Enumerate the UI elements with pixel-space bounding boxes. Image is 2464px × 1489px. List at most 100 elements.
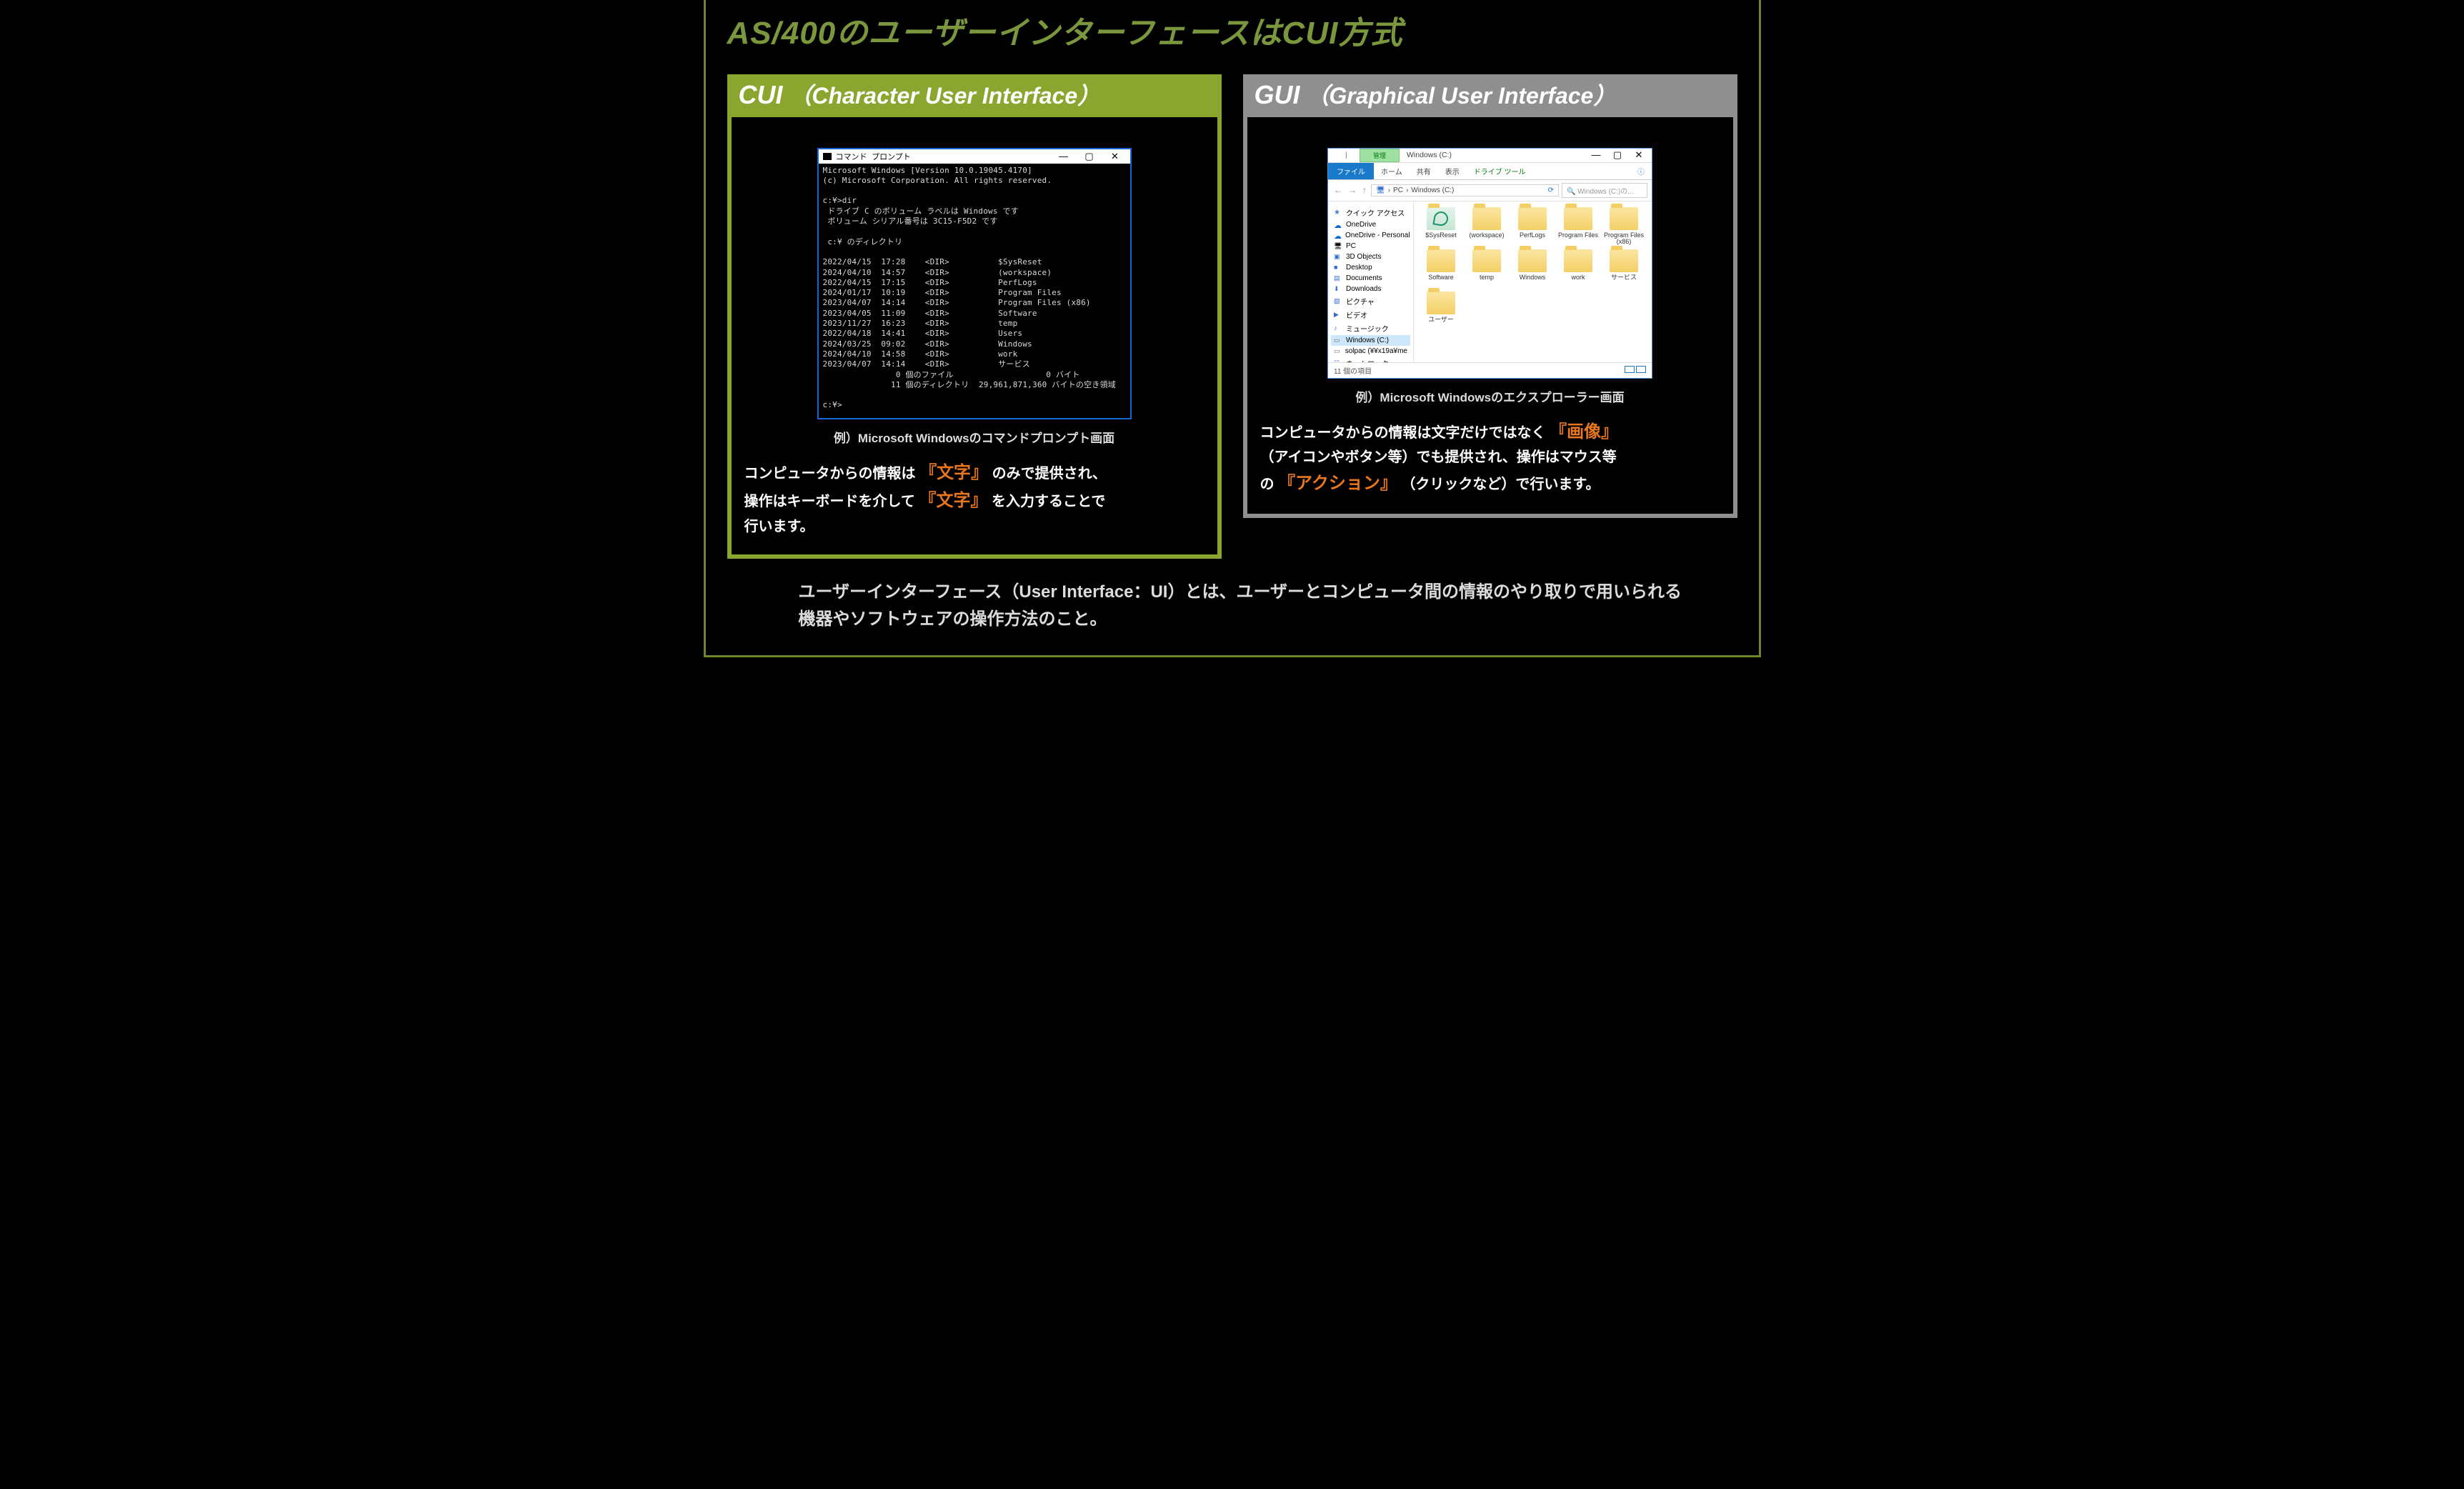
nav-item[interactable]: ピクチャ <box>1331 294 1410 308</box>
folder-item[interactable]: Windows <box>1512 249 1552 289</box>
folder-item[interactable]: サービス <box>1604 249 1644 289</box>
vid-icon <box>1334 311 1342 318</box>
folder-item[interactable]: PerfLogs <box>1512 207 1552 246</box>
nav-item-label: solpac (¥¥x19a¥me <box>1345 347 1407 355</box>
search-icon: 🔍 <box>1567 188 1575 196</box>
status-item-count: 11 個の項目 <box>1334 365 1372 376</box>
nav-item[interactable]: Downloads <box>1331 284 1410 294</box>
cui-body: コマンド プロンプト — ▢ ✕ Microsoft Windows [Vers… <box>727 117 1222 559</box>
nav-item[interactable]: ミュージック <box>1331 322 1410 335</box>
view-mode-buttons[interactable] <box>1623 366 1646 375</box>
navigation-pane[interactable]: クイック アクセスOneDriveOneDrive - PersonalPC3D… <box>1328 201 1414 362</box>
crumb-location[interactable]: Windows (C:) <box>1411 186 1454 194</box>
nav-item[interactable]: OneDrive - Personal <box>1331 230 1410 241</box>
search-input[interactable]: 🔍 Windows (C:)の... <box>1562 183 1647 198</box>
command-prompt-titlebar[interactable]: コマンド プロンプト — ▢ ✕ <box>819 149 1130 164</box>
folder-item[interactable]: (workspace) <box>1467 207 1507 246</box>
ribbon-help-icon[interactable]: ⓘ <box>1630 163 1652 179</box>
doc-icon <box>1334 274 1342 282</box>
nav-up-icon[interactable]: ↑ <box>1361 185 1368 195</box>
gui-fullname: （Graphical User Interface） <box>1306 83 1616 109</box>
cloud-icon <box>1334 221 1342 228</box>
command-prompt-output[interactable]: Microsoft Windows [Version 10.0.19045.41… <box>819 164 1130 418</box>
folder-item[interactable]: Program Files <box>1558 207 1598 246</box>
crumb-sep: › <box>1388 186 1390 194</box>
search-placeholder: Windows (C:)の... <box>1577 188 1633 196</box>
nav-item-label: クイック アクセス <box>1346 207 1405 218</box>
folder-icon <box>1427 292 1455 314</box>
explorer-titlebar[interactable]: | 管理 Windows (C:) — ▢ ✕ <box>1328 149 1652 163</box>
b: 』 <box>1380 474 1397 493</box>
nav-item[interactable]: ビデオ <box>1331 308 1410 322</box>
b: 『 <box>919 463 937 482</box>
close-button[interactable]: ✕ <box>1629 149 1649 161</box>
minimize-button[interactable]: — <box>1586 149 1606 161</box>
t: のみで提供され、 <box>992 466 1107 482</box>
gui-panel: GUI （Graphical User Interface） | 管理 Wind… <box>1243 74 1737 559</box>
refresh-icon[interactable]: ⟳ <box>1548 186 1554 194</box>
folder-label: ユーザー <box>1421 317 1461 331</box>
status-bar: 11 個の項目 <box>1328 362 1652 378</box>
folder-icon <box>1518 207 1547 230</box>
folder-label: Program Files (x86) <box>1604 232 1644 246</box>
t: 行います。 <box>744 519 814 534</box>
nav-item[interactable]: 3D Objects <box>1331 252 1410 262</box>
nav-item[interactable]: ネットワーク <box>1331 357 1410 362</box>
folder-label: サービス <box>1604 274 1644 289</box>
b: 『 <box>919 491 936 510</box>
hdd-icon <box>1334 337 1342 344</box>
folder-label: $SysReset <box>1421 232 1461 246</box>
maximize-button[interactable]: ▢ <box>1079 151 1100 162</box>
crumb-pc[interactable]: PC <box>1393 186 1403 194</box>
nav-item-label: Downloads <box>1346 285 1381 293</box>
nav-item[interactable]: solpac (¥¥x19a¥me <box>1331 346 1410 357</box>
nav-item[interactable]: Desktop <box>1331 262 1410 273</box>
ribbon-tab-home[interactable]: ホーム <box>1374 163 1410 179</box>
folder-item[interactable]: work <box>1558 249 1598 289</box>
ribbon-tab-drivetools[interactable]: ドライブ ツール <box>1467 163 1533 179</box>
ribbon-tab-share[interactable]: 共有 <box>1410 163 1438 179</box>
folder-icon <box>1518 249 1547 272</box>
folder-item[interactable]: Software <box>1421 249 1461 289</box>
cui-caption: 例）Microsoft Windowsのコマンドプロンプト画面 <box>744 428 1204 446</box>
minimize-button[interactable]: — <box>1053 151 1074 161</box>
b: 『 <box>1550 422 1567 442</box>
folder-icon <box>1427 207 1455 230</box>
nav-item[interactable]: クイック アクセス <box>1331 206 1410 219</box>
nav-back-icon[interactable]: ← <box>1332 185 1344 195</box>
dl-icon <box>1334 285 1342 292</box>
nav-item[interactable]: Documents <box>1331 273 1410 284</box>
cmd-icon <box>823 153 832 160</box>
breadcrumb[interactable]: 🖥 › PC › Windows (C:) ⟳ <box>1371 184 1559 196</box>
nav-forward-icon[interactable]: → <box>1347 185 1358 195</box>
folder-icon <box>1610 207 1638 230</box>
hl-moji: 文字 <box>937 463 971 482</box>
b: 』 <box>971 463 988 482</box>
ribbon-tab-view[interactable]: 表示 <box>1438 163 1467 179</box>
quick-access-toolbar[interactable]: | <box>1328 149 1360 161</box>
folder-icon <box>1610 249 1638 272</box>
close-button[interactable]: ✕ <box>1104 151 1126 162</box>
folder-item[interactable]: Program Files (x86) <box>1604 207 1644 246</box>
nav-item[interactable]: PC <box>1331 241 1410 252</box>
nav-item[interactable]: OneDrive <box>1331 219 1410 230</box>
slide: AS/400のユーザーインターフェースはCUI方式 CUI （Character… <box>704 0 1761 657</box>
star-icon <box>1334 209 1342 216</box>
cui-description: コンピュータからの情報は 『文字』 のみで提供され、 操作はキーボードを介して … <box>744 459 1204 539</box>
folder-icon <box>1472 249 1501 272</box>
nav-item-label: ミュージック <box>1346 323 1389 334</box>
manage-tab[interactable]: 管理 <box>1360 149 1400 162</box>
folder-item[interactable]: ユーザー <box>1421 292 1461 331</box>
file-grid[interactable]: $SysReset(workspace)PerfLogsProgram File… <box>1414 201 1652 362</box>
maximize-button[interactable]: ▢ <box>1607 149 1627 161</box>
t: （アイコンやボタン等）でも提供され、操作はマウス等 <box>1260 449 1617 465</box>
folder-item[interactable]: temp <box>1467 249 1507 289</box>
ribbon-tab-file[interactable]: ファイル <box>1328 163 1374 179</box>
command-prompt-window: コマンド プロンプト — ▢ ✕ Microsoft Windows [Vers… <box>817 148 1132 419</box>
explorer-window: | 管理 Windows (C:) — ▢ ✕ ファイル ホーム 共有 <box>1327 148 1652 379</box>
folder-item[interactable]: $SysReset <box>1421 207 1461 246</box>
t: （クリックなど）で行います。 <box>1401 477 1600 492</box>
t: の <box>1260 477 1275 492</box>
nav-item[interactable]: Windows (C:) <box>1331 335 1410 346</box>
t: を入力することで <box>992 494 1105 509</box>
